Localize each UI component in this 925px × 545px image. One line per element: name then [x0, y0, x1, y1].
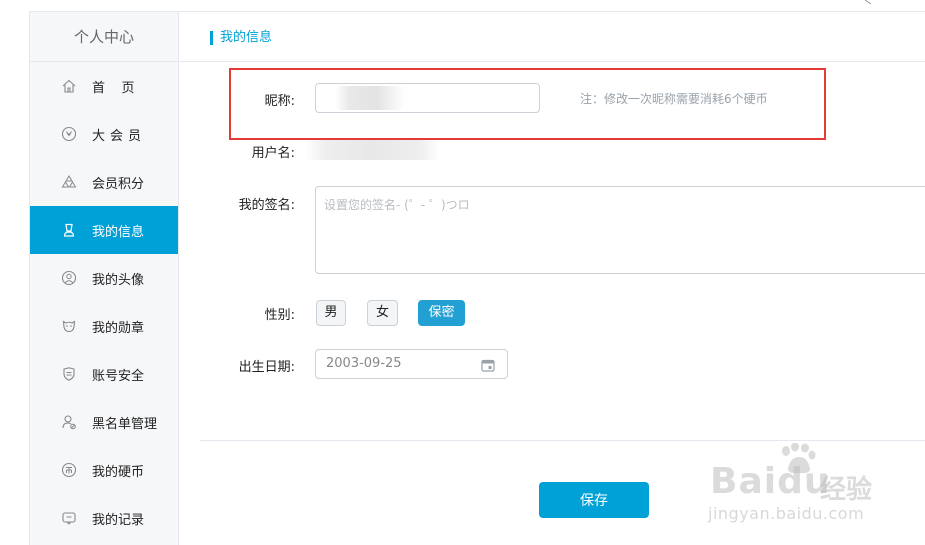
sidebar: 个人中心 首 页 大会员 会员积分 我的信息 我的头像 我的勋章 账号安全 黑名… [29, 12, 179, 545]
gender-male-button[interactable]: 男 [316, 300, 346, 326]
sidebar-item-blacklist[interactable]: 黑名单管理 [30, 398, 178, 446]
signature-label: 我的签名: [238, 198, 295, 213]
save-button[interactable]: 保存 [539, 482, 649, 518]
avatar-icon [60, 269, 78, 287]
watermark-brand: Baidu [710, 461, 831, 502]
sidebar-item-coins[interactable]: 我的硬币 [30, 446, 178, 494]
birthday-label: 出生日期: [238, 360, 295, 375]
blacklist-icon [60, 413, 78, 431]
sidebar-item-label: 我的信息 [92, 224, 145, 240]
sidebar-item-security[interactable]: 账号安全 [30, 350, 178, 398]
watermark-url: jingyan.baidu.com [708, 504, 865, 523]
breadcrumb: 我的信息 [210, 31, 272, 45]
sidebar-item-label: 我的硬币 [92, 464, 145, 480]
highlight-box [229, 68, 826, 140]
sidebar-item-my-info[interactable]: 我的信息 [30, 206, 178, 254]
shield-icon [60, 365, 78, 383]
sidebar-item-label: 我的勋章 [92, 320, 145, 336]
sidebar-item-avatar[interactable]: 我的头像 [30, 254, 178, 302]
user-icon [60, 221, 78, 239]
form-divider [200, 440, 925, 441]
sidebar-item-vip[interactable]: 大会员 [30, 110, 178, 158]
home-icon [60, 77, 78, 95]
birthday-input[interactable]: 2003-09-25 [315, 349, 508, 379]
corner-mark [864, 0, 872, 4]
paw-icon [782, 443, 816, 474]
sidebar-item-label: 首 页 [92, 80, 135, 96]
sidebar-item-medal[interactable]: 我的勋章 [30, 302, 178, 350]
sidebar-title: 个人中心 [30, 12, 178, 62]
sidebar-item-records[interactable]: 我的记录 [30, 494, 178, 542]
record-icon [60, 509, 78, 527]
username-label: 用户名: [251, 146, 295, 161]
birthday-value: 2003-09-25 [326, 356, 402, 371]
sidebar-item-label: 黑名单管理 [92, 416, 158, 432]
coin-icon [60, 461, 78, 479]
main-header: 我的信息 [180, 12, 925, 62]
baidu-watermark: Baidu 经验 jingyan.baidu.com [708, 443, 888, 533]
signature-input[interactable] [315, 186, 925, 274]
calendar-icon[interactable] [481, 358, 495, 372]
sidebar-item-points[interactable]: 会员积分 [30, 158, 178, 206]
username-value-blur [305, 140, 440, 160]
watermark-brand-cn: 经验 [820, 475, 873, 505]
sidebar-item-label: 我的记录 [92, 512, 145, 528]
sidebar-item-label: 我的头像 [92, 272, 145, 288]
sidebar-item-home[interactable]: 首 页 [30, 62, 178, 110]
sidebar-item-label: 会员积分 [92, 176, 145, 192]
vip-icon [60, 125, 78, 143]
sidebar-item-label: 账号安全 [92, 368, 145, 384]
sidebar-item-label: 大会员 [92, 128, 147, 144]
gender-label: 性别: [264, 308, 295, 323]
gender-secret-button[interactable]: 保密 [418, 300, 465, 326]
medal-icon [60, 317, 78, 335]
points-icon [60, 173, 78, 191]
gender-female-button[interactable]: 女 [367, 300, 398, 326]
